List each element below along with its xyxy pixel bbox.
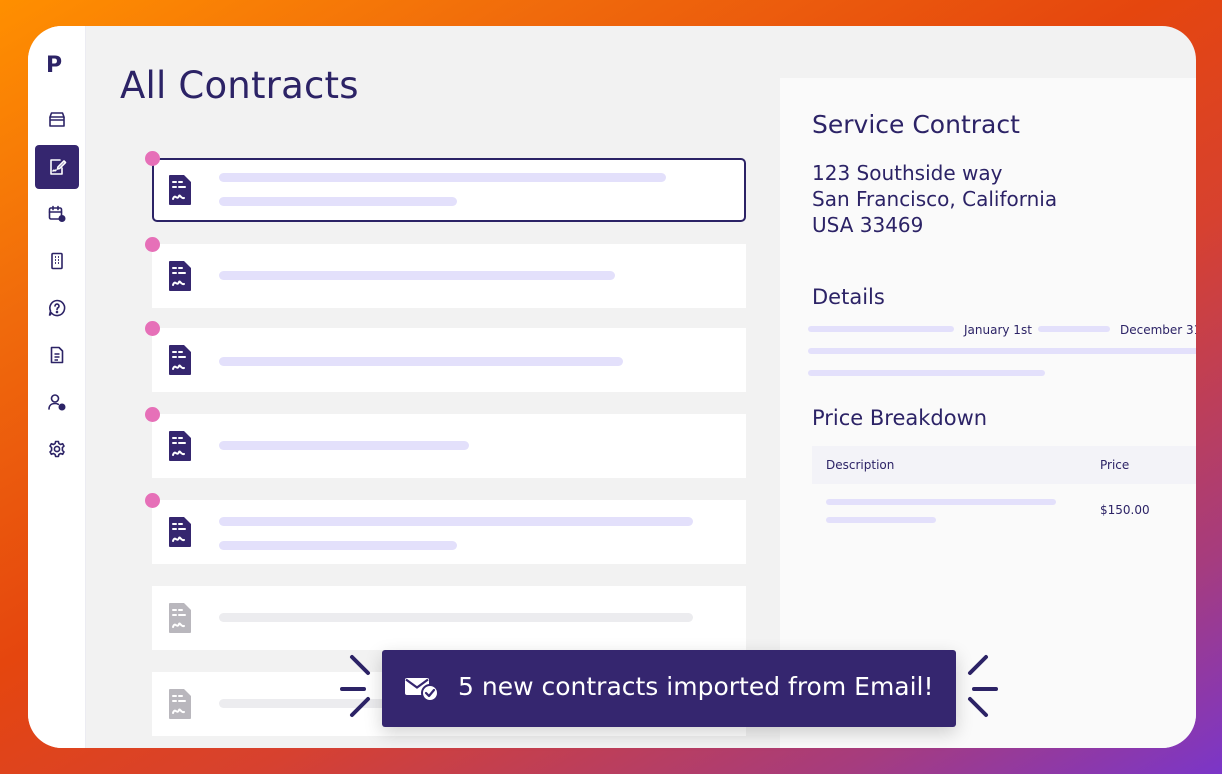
price-table-header: Description Price bbox=[812, 446, 1196, 484]
placeholder-line bbox=[219, 173, 666, 182]
help-chat-icon bbox=[48, 299, 66, 317]
unread-dot bbox=[145, 237, 160, 252]
sidebar-item-store[interactable] bbox=[35, 98, 79, 142]
contract-list-item[interactable] bbox=[152, 586, 746, 650]
store-icon bbox=[49, 112, 65, 127]
sidebar-item-contracts[interactable] bbox=[35, 145, 79, 189]
contract-list-item[interactable] bbox=[145, 321, 746, 392]
end-date: December 31st bbox=[1120, 323, 1196, 337]
placeholder-line bbox=[826, 499, 1056, 505]
contract-file-icon bbox=[169, 517, 191, 547]
contract-file-icon bbox=[169, 603, 191, 633]
calendar-clock-icon bbox=[48, 205, 66, 222]
unread-dot bbox=[145, 151, 160, 166]
sidebar: P bbox=[28, 26, 86, 748]
import-notification-toast[interactable]: 5 new contracts imported from Email! bbox=[382, 650, 956, 727]
building-icon bbox=[51, 252, 63, 270]
sidebar-item-users[interactable] bbox=[35, 380, 79, 424]
placeholder-line bbox=[219, 357, 623, 366]
details-heading: Details bbox=[812, 285, 885, 309]
start-date: January 1st bbox=[964, 323, 1032, 337]
price-value: $150.00 bbox=[1100, 503, 1150, 517]
contract-list-item[interactable] bbox=[145, 237, 746, 308]
contract-title: Service Contract bbox=[812, 110, 1020, 139]
contract-list-item[interactable] bbox=[145, 151, 746, 222]
contract-detail-panel: Service Contract 123 Southside way San F… bbox=[780, 78, 1196, 748]
user-clock-icon bbox=[48, 394, 66, 411]
app-window: P All Contracts Service Contract 123 Sou… bbox=[28, 26, 1196, 748]
placeholder-line bbox=[219, 197, 457, 206]
contract-list-item[interactable] bbox=[145, 407, 746, 478]
placeholder-line bbox=[826, 517, 936, 523]
address-line: 123 Southside way bbox=[812, 161, 1003, 185]
unread-dot bbox=[145, 493, 160, 508]
address-line: USA 33469 bbox=[812, 213, 924, 237]
spark-lines-icon bbox=[968, 655, 998, 717]
address-line: San Francisco, California bbox=[812, 187, 1058, 211]
app-logo[interactable]: P bbox=[46, 54, 68, 78]
contract-file-icon bbox=[169, 689, 191, 719]
sidebar-item-documents[interactable] bbox=[35, 333, 79, 377]
document-icon bbox=[50, 346, 64, 364]
contract-file-icon bbox=[169, 175, 191, 205]
contract-file-icon bbox=[169, 345, 191, 375]
gear-icon bbox=[49, 440, 65, 458]
placeholder-line bbox=[219, 271, 615, 280]
unread-dot bbox=[145, 321, 160, 336]
column-header-price: Price bbox=[1100, 458, 1130, 472]
placeholder-line bbox=[808, 348, 1196, 354]
contract-sign-icon bbox=[50, 159, 67, 175]
contract-file-icon bbox=[169, 261, 191, 291]
mail-check-icon bbox=[405, 678, 439, 702]
price-breakdown-heading: Price Breakdown bbox=[812, 406, 988, 430]
toast-message: 5 new contracts imported from Email! bbox=[458, 672, 934, 701]
placeholder-line bbox=[219, 541, 457, 550]
placeholder-line bbox=[219, 441, 469, 450]
sidebar-item-calendar[interactable] bbox=[35, 192, 79, 236]
column-header-description: Description bbox=[826, 458, 895, 472]
placeholder-line bbox=[808, 370, 1045, 376]
page-title: All Contracts bbox=[120, 64, 359, 107]
placeholder-line bbox=[808, 326, 954, 332]
spark-lines-icon bbox=[340, 655, 370, 717]
contract-list-item[interactable] bbox=[145, 493, 746, 564]
sidebar-item-support[interactable] bbox=[35, 286, 79, 330]
unread-dot bbox=[145, 407, 160, 422]
sidebar-item-settings[interactable] bbox=[35, 427, 79, 471]
placeholder-line bbox=[219, 517, 693, 526]
sidebar-item-buildings[interactable] bbox=[35, 239, 79, 283]
placeholder-line bbox=[1038, 326, 1110, 332]
contract-file-icon bbox=[169, 431, 191, 461]
placeholder-line bbox=[219, 613, 693, 622]
